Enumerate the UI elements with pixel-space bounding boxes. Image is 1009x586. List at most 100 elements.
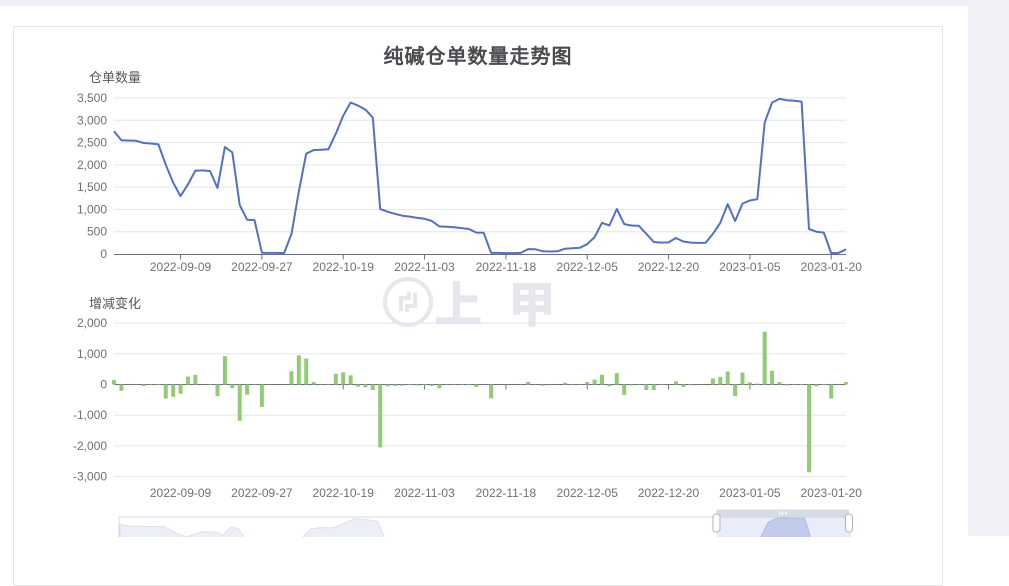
bar: [829, 385, 833, 399]
bar: [186, 377, 190, 385]
x-axis-label: 2022-10-19: [313, 260, 375, 274]
bar: [681, 385, 685, 387]
x-axis-label: 2022-12-05: [557, 486, 619, 500]
bar: [193, 375, 197, 385]
bar: [489, 385, 493, 399]
bar: [740, 373, 744, 385]
bar: [585, 382, 589, 384]
move-handle-grip-icon: [779, 512, 780, 516]
bar: [304, 358, 308, 384]
bar: [119, 385, 123, 391]
bar: [474, 385, 478, 387]
y-axis-label: 1,000: [77, 347, 107, 361]
y-axis-label: 1,500: [77, 180, 107, 194]
bar: [748, 382, 752, 384]
x-axis-label: 2022-11-18: [476, 486, 537, 500]
x-axis-label: 2022-11-03: [394, 486, 455, 500]
bar: [644, 385, 648, 391]
y-axis-label: 0: [100, 247, 107, 261]
bar: [179, 385, 183, 394]
bar: [822, 385, 826, 386]
y-axis-label: 2,000: [77, 158, 107, 172]
bar: [800, 385, 804, 386]
x-axis-label: 2022-11-18: [476, 260, 537, 274]
bar: [563, 383, 567, 385]
bar: [312, 382, 316, 384]
bar: [260, 385, 264, 407]
line-chart: 05001,0001,5002,0002,5003,0003,5002022-0…: [77, 91, 862, 274]
bar: [770, 371, 774, 385]
x-axis-label: 2023-01-20: [801, 486, 863, 500]
datazoom-slider[interactable]: [119, 510, 853, 538]
bar: [393, 385, 397, 387]
x-axis-label: 2022-09-27: [231, 260, 293, 274]
y-axis-label: 0: [100, 378, 107, 392]
bar: [630, 385, 634, 386]
y-axis-label: 2,500: [77, 136, 107, 150]
bar: [223, 356, 227, 384]
bar: [460, 385, 464, 386]
bar: [386, 385, 390, 387]
bar: [430, 385, 434, 387]
bar: [164, 385, 168, 399]
x-axis-label: 2022-09-27: [231, 486, 293, 500]
chart-card: 纯碱仓单数量走势图 仓单数量 增减变化 上甲 05001,0001,5002,0…: [13, 26, 943, 586]
x-axis-label: 2022-12-20: [638, 260, 700, 274]
move-handle-grip-icon: [782, 512, 783, 516]
x-axis-label: 2022-12-05: [557, 260, 619, 274]
bar: [423, 385, 427, 386]
bar: [807, 385, 811, 473]
bar: [156, 385, 160, 386]
bar: [363, 385, 367, 388]
bar: [334, 374, 338, 385]
bar: [600, 375, 604, 385]
y-axis-label: -1,000: [73, 408, 107, 422]
bar: [763, 332, 767, 385]
bar: [289, 371, 293, 384]
bar: [777, 382, 781, 384]
bar: [297, 355, 301, 384]
datazoom-left-handle[interactable]: [713, 514, 720, 532]
bar: [615, 373, 619, 384]
x-axis-label: 2022-09-09: [150, 486, 212, 500]
bar: [844, 382, 848, 384]
bar: [341, 372, 345, 384]
y-axis-label: 1,000: [77, 202, 107, 216]
bar: [112, 380, 116, 385]
bar: [216, 385, 220, 397]
y-axis-label: 3,500: [77, 91, 107, 105]
bar: [733, 385, 737, 397]
x-axis-label: 2022-11-03: [394, 260, 455, 274]
bar: [408, 385, 412, 386]
charts-canvas: 05001,0001,5002,0002,5003,0003,5002022-0…: [1, 1, 1009, 537]
y-axis-label: 3,000: [77, 113, 107, 127]
bar: [356, 385, 360, 387]
datazoom-selection[interactable]: [716, 517, 849, 537]
bar: [541, 385, 545, 386]
x-axis-label: 2022-10-19: [313, 486, 375, 500]
bar: [142, 385, 146, 387]
bar: [814, 385, 818, 387]
datazoom-right-handle[interactable]: [846, 514, 853, 532]
bar-chart: -3,000-2,000-1,00001,0002,0002022-09-092…: [73, 316, 862, 500]
bar: [785, 385, 789, 386]
x-axis-label: 2023-01-05: [719, 260, 781, 274]
x-axis-label: 2022-09-09: [150, 260, 212, 274]
bar: [607, 385, 611, 387]
bar: [718, 377, 722, 385]
bar: [593, 380, 597, 385]
x-axis-label: 2022-12-20: [638, 486, 700, 500]
bar: [349, 375, 353, 384]
line-series: [114, 99, 846, 253]
bar: [726, 372, 730, 385]
bar: [622, 385, 626, 395]
bar: [467, 385, 471, 386]
bar: [230, 385, 234, 389]
bar: [674, 381, 678, 384]
bar: [378, 385, 382, 448]
move-handle-grip-icon: [785, 512, 786, 516]
x-axis-label: 2023-01-05: [719, 486, 781, 500]
bar: [238, 385, 242, 421]
bar: [371, 385, 375, 391]
bar: [415, 385, 419, 386]
